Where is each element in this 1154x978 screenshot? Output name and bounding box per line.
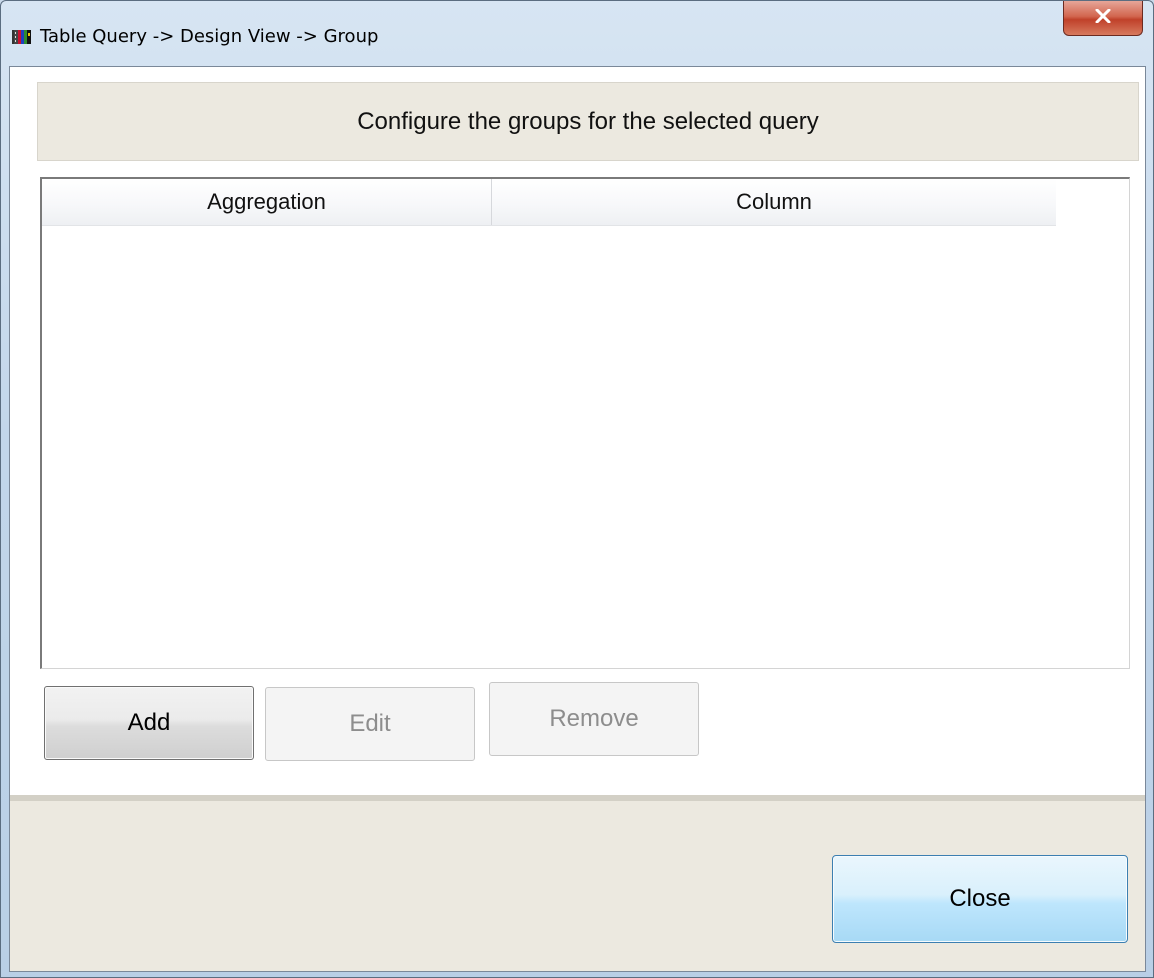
- window-close-button[interactable]: [1063, 1, 1143, 36]
- add-button[interactable]: Add: [44, 686, 254, 760]
- column-header-label: Column: [736, 189, 812, 214]
- window-title: Table Query -> Design View -> Group: [40, 26, 379, 47]
- instruction-banner: Configure the groups for the selected qu…: [37, 82, 1139, 161]
- instruction-text: Configure the groups for the selected qu…: [357, 107, 819, 135]
- remove-button[interactable]: Remove: [489, 682, 699, 756]
- dialog-window: Table Query -> Design View -> Group Conf…: [0, 0, 1154, 978]
- close-icon: [1095, 8, 1111, 28]
- dialog-body: Configure the groups for the selected qu…: [9, 66, 1146, 972]
- column-header-aggregation[interactable]: Aggregation: [42, 179, 492, 225]
- column-header-column[interactable]: Column: [492, 179, 1056, 225]
- close-button[interactable]: Close: [832, 855, 1128, 943]
- title-bar[interactable]: Table Query -> Design View -> Group: [1, 1, 1153, 73]
- groups-table[interactable]: Aggregation Column: [40, 177, 1130, 669]
- table-header: Aggregation Column: [42, 179, 1056, 226]
- edit-button[interactable]: Edit: [265, 687, 475, 761]
- column-header-label: Aggregation: [207, 189, 326, 214]
- app-icon: [12, 29, 32, 45]
